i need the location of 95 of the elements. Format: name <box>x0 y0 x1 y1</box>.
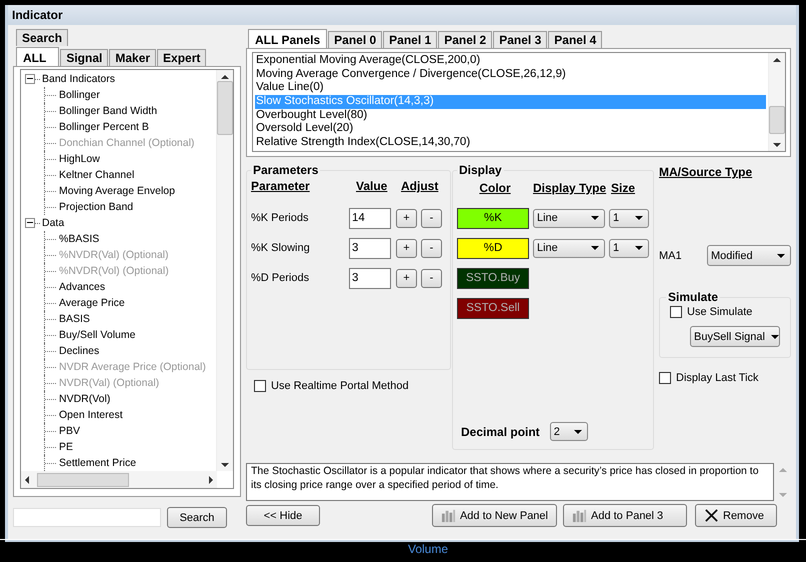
ma-label: MA1 <box>659 250 682 262</box>
bar-chart-icon <box>440 508 456 523</box>
description-text: The Stochastic Oscillator is a popular indicator that shows where a security’s price has closed in proportion to its closing price range over a specified period of time. <box>246 463 774 501</box>
tab[interactable]: Search <box>16 29 68 46</box>
increment-button[interactable]: + <box>396 268 417 288</box>
column-header: Parameter <box>251 179 311 193</box>
decrement-button[interactable]: - <box>421 238 442 258</box>
list-item[interactable]: Relative Strength Index(CLOSE,14,30,70) <box>255 136 766 150</box>
size-dropdown[interactable]: 1 <box>609 238 649 258</box>
checkbox[interactable] <box>254 380 266 392</box>
value-field[interactable]: 3 <box>349 238 391 258</box>
tree-item[interactable]: PE <box>59 441 74 453</box>
column-header: Size <box>611 181 636 195</box>
ma-type-dropdown[interactable]: Modified <box>707 245 791 266</box>
scrollbar[interactable] <box>21 471 217 488</box>
tree-item[interactable]: Buy/Sell Volume <box>59 329 136 341</box>
decimal-point-label: Decimal point <box>461 424 540 438</box>
value-field[interactable]: 14 <box>349 208 391 228</box>
section-title: MA/Source Type <box>659 165 754 179</box>
hide-button[interactable]: << Hide <box>246 505 320 526</box>
checkbox[interactable] <box>659 372 671 384</box>
chart-label: Volume <box>408 542 448 558</box>
decrement-button[interactable]: - <box>421 208 442 228</box>
list-item[interactable]: Overbought Level(80) <box>255 108 766 122</box>
increment-button[interactable]: + <box>396 208 417 228</box>
close-icon <box>704 508 719 523</box>
tree-item[interactable]: Average Price <box>59 297 125 309</box>
tree-item[interactable]: Bollinger Band Width <box>59 105 158 117</box>
tree-item[interactable]: Declines <box>59 345 100 357</box>
tab[interactable]: Panel 1 <box>383 31 438 48</box>
column-header: Value <box>356 179 388 193</box>
tree-item[interactable]: Bollinger <box>59 89 100 101</box>
tree-item[interactable]: Keltner Channel <box>59 169 134 181</box>
tree-item[interactable]: Settlement Price <box>59 457 136 469</box>
value-field[interactable]: 3 <box>349 268 391 288</box>
tree-item[interactable]: Band Indicators <box>42 73 115 85</box>
decimal-point-dropdown[interactable]: 2 <box>550 422 588 441</box>
column-header: Adjust <box>401 179 438 193</box>
scrollbar[interactable] <box>768 53 785 151</box>
collapse-icon[interactable] <box>25 74 35 84</box>
color-swatch[interactable]: %D <box>457 238 529 258</box>
action-button[interactable]: Remove <box>695 504 777 527</box>
tab[interactable]: Panel 0 <box>328 31 382 48</box>
display-type-dropdown[interactable]: Line <box>533 238 605 258</box>
tree-item[interactable]: Open Interest <box>59 409 123 421</box>
parameter-label: %D Periods <box>251 272 310 284</box>
list-item[interactable]: Exponential Moving Average(CLOSE,200,0) <box>255 54 766 68</box>
parameter-label: %K Slowing <box>251 242 311 254</box>
tree-item[interactable]: Data <box>42 217 64 229</box>
checkbox[interactable] <box>670 306 682 318</box>
tab[interactable]: ALL Panels <box>248 29 328 49</box>
tree-item[interactable]: Advances <box>59 281 106 293</box>
tab[interactable]: Panel 3 <box>493 31 548 48</box>
group-title: Simulate <box>667 290 720 304</box>
increment-button[interactable]: + <box>396 238 417 258</box>
color-swatch[interactable]: SSTO.Buy <box>457 268 529 288</box>
tab[interactable]: Expert <box>157 49 206 66</box>
window-title: Indicator <box>8 5 796 25</box>
tree-item[interactable]: NVDR(Vol) <box>59 393 110 405</box>
list-item[interactable]: Moving Average Convergence / Divergence(CLOSE,26,12,9) <box>255 68 766 82</box>
decrement-button[interactable]: - <box>421 268 442 288</box>
collapse-icon[interactable] <box>25 218 35 228</box>
scrollbar[interactable] <box>216 70 233 471</box>
tree-item[interactable]: %BASIS <box>59 233 100 245</box>
action-button[interactable]: Add to New Panel <box>432 504 557 527</box>
tree-item[interactable]: HighLow <box>59 153 100 165</box>
bar-chart-icon <box>572 508 587 523</box>
tree-item[interactable]: Moving Average Envelop <box>59 185 175 197</box>
tab[interactable]: Panel 2 <box>438 31 492 48</box>
tree-item[interactable]: Bollinger Percent B <box>59 121 149 133</box>
color-swatch[interactable]: SSTO.Sell <box>457 298 529 318</box>
group-title: Display <box>458 163 503 177</box>
list-item[interactable]: Value Line(0) <box>255 81 766 96</box>
tab[interactable]: Signal <box>60 49 108 66</box>
tab[interactable]: Maker <box>109 49 156 66</box>
group-title: Parameters <box>252 163 320 177</box>
checkbox-label: Use Realtime Portal Method <box>271 380 409 392</box>
tab[interactable]: ALL <box>16 47 60 67</box>
tab[interactable]: Panel 4 <box>548 31 602 48</box>
tree-item[interactable]: Projection Band <box>59 201 134 213</box>
checkbox-label: Use Simulate <box>687 306 752 318</box>
action-button[interactable]: Add to Panel 3 <box>563 504 687 527</box>
search-field[interactable] <box>13 508 161 527</box>
checkbox-label: Display Last Tick <box>676 372 759 384</box>
display-type-dropdown[interactable]: Line <box>533 208 605 228</box>
column-header: Display Type <box>533 181 608 195</box>
size-dropdown[interactable]: 1 <box>609 208 649 228</box>
tree-item[interactable]: PBV <box>59 425 80 437</box>
color-swatch[interactable]: %K <box>457 208 529 228</box>
signal-dropdown[interactable]: BuySell Signal <box>690 326 780 347</box>
search-button[interactable]: Search <box>167 507 227 528</box>
parameter-label: %K Periods <box>251 212 310 224</box>
column-header: Color <box>478 181 512 195</box>
tree-item[interactable]: BASIS <box>59 313 90 325</box>
list-item[interactable]: Oversold Level(20) <box>255 122 766 136</box>
